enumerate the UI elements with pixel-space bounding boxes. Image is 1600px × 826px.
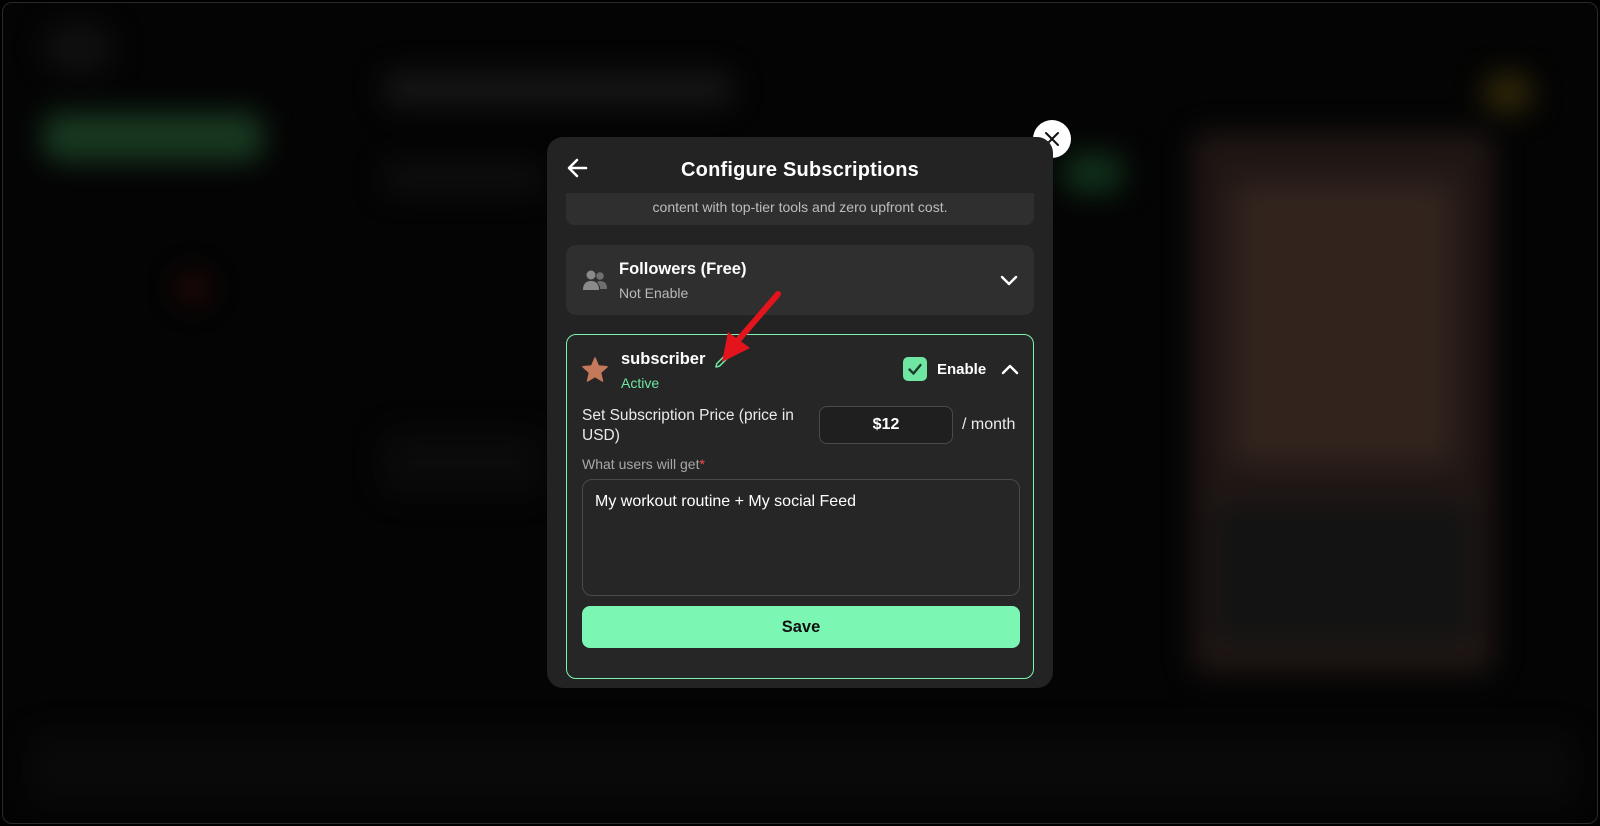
save-button[interactable]: Save [582, 606, 1020, 648]
intro-description-box: content with top-tier tools and zero upf… [566, 193, 1034, 225]
subscriber-tier-card: subscriber Active Enable Set Subscriptio… [566, 334, 1034, 679]
users-icon [583, 270, 607, 290]
star-icon [582, 357, 608, 382]
followers-tier-card[interactable]: Followers (Free) Not Enable [566, 245, 1034, 315]
price-unit-label: / month [962, 416, 1016, 433]
what-users-get-label: What users will get* [582, 456, 705, 472]
what-users-get-textarea[interactable]: My workout routine + My social Feed [582, 479, 1020, 596]
intro-description-text: content with top-tier tools and zero upf… [652, 199, 948, 215]
followers-tier-status: Not Enable [619, 285, 689, 301]
required-asterisk: * [699, 456, 705, 472]
chevron-up-icon[interactable] [999, 358, 1021, 380]
subscriber-tier-status: Active [621, 375, 660, 391]
what-users-get-label-text: What users will get [582, 456, 700, 472]
modal-title: Configure Subscriptions [681, 159, 919, 181]
enable-label: Enable [937, 360, 987, 378]
enable-toggle[interactable]: Enable [903, 357, 986, 381]
chevron-down-icon[interactable] [998, 269, 1020, 291]
subscription-price-input[interactable] [819, 406, 953, 444]
pencil-icon[interactable] [713, 352, 731, 370]
subscription-price-label: Set Subscription Price (price in USD) [582, 407, 794, 444]
subscriber-tier-title: subscriber [621, 350, 706, 368]
check-icon [908, 363, 922, 375]
enable-checkbox[interactable] [903, 357, 927, 381]
configure-subscriptions-modal: Configure Subscriptions content with top… [547, 137, 1053, 688]
followers-tier-title: Followers (Free) [619, 260, 747, 278]
